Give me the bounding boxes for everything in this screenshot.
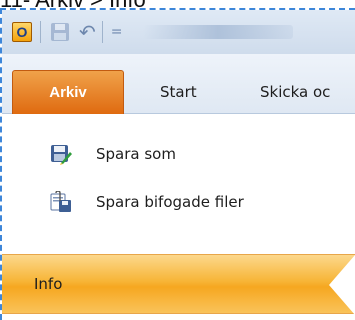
window-title-blurred	[142, 25, 293, 39]
save-attachments-icon	[50, 191, 71, 212]
backstage-menu: Spara som Spara bifogade filer Info	[2, 114, 355, 320]
qat-dropdown-icon[interactable]: =	[111, 24, 123, 40]
qat-separator	[40, 21, 41, 43]
tab-arkiv[interactable]: Arkiv	[12, 70, 124, 114]
menu-item-save-as[interactable]: Spara som	[2, 130, 355, 178]
save-as-icon	[51, 145, 72, 165]
selection-pointer	[329, 255, 355, 315]
menu-item-save-attachments[interactable]: Spara bifogade filer	[2, 178, 355, 226]
outlook-window: O ↶ = Arkiv Start Skicka oc Spara som Sp…	[0, 8, 355, 320]
outlook-icon[interactable]: O	[12, 22, 32, 42]
tab-start[interactable]: Start	[160, 70, 197, 114]
qat-separator	[101, 21, 103, 43]
quick-access-toolbar: O ↶ =	[2, 10, 355, 54]
menu-item-label: Info	[34, 275, 63, 293]
save-icon[interactable]	[49, 21, 71, 43]
ribbon-tab-bar: Arkiv Start Skicka oc	[2, 54, 355, 114]
menu-item-info[interactable]: Info	[2, 254, 355, 315]
menu-item-label: Spara bifogade filer	[96, 193, 244, 211]
undo-icon[interactable]: ↶	[79, 22, 96, 42]
menu-item-label: Spara som	[96, 145, 176, 163]
tab-skicka[interactable]: Skicka oc	[260, 70, 330, 114]
